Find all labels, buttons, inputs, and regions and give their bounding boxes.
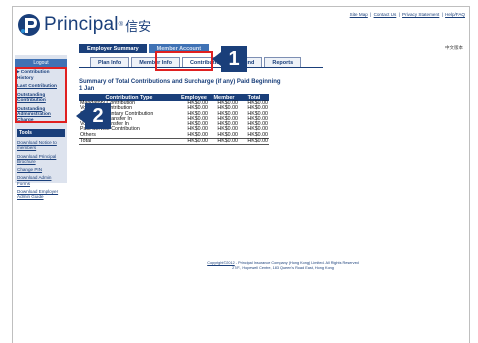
contact-us-link[interactable]: Contact Us — [374, 12, 397, 17]
download-admin-guide-link[interactable]: Download Employer Admin Guide — [17, 189, 65, 200]
total-type: Total — [79, 138, 179, 146]
footer: Copyright©2012 - Principal Insurance Com… — [163, 261, 403, 271]
total-employee: HK$0.00 — [179, 138, 209, 146]
total-member: HK$0.00 — [209, 138, 239, 146]
total-total: HK$0.00 — [239, 138, 269, 146]
callout-1: 1 — [212, 46, 247, 72]
highlight-sidebar-links — [15, 67, 67, 123]
privacy-statement-link[interactable]: Privacy Statement — [402, 12, 439, 17]
tools-list: Download Notice to members Download Prin… — [17, 140, 65, 203]
summary-title-date: 1 Jan — [79, 86, 95, 92]
menu-employer-summary[interactable]: Employer Summary — [79, 44, 147, 53]
help-faq-link[interactable]: Help/FAQ — [445, 12, 465, 17]
tab-reports[interactable]: Reports — [264, 57, 302, 67]
principal-logo-icon — [17, 13, 41, 37]
summary-title-text: Summary of Total Contributions and Surch… — [79, 79, 281, 85]
download-admin-forms-link[interactable]: Download Admin Forms — [17, 175, 65, 186]
highlight-contribution-tab — [155, 51, 213, 71]
download-brochure-link[interactable]: Download Principal Brochure — [17, 154, 65, 165]
footer-address: 27/F., Hopewell Centre, 183 Queen's Road… — [232, 266, 334, 270]
brand-name: Principal — [44, 14, 119, 35]
change-pin-link[interactable]: Change PIN — [17, 167, 65, 172]
tools-heading: Tools — [17, 129, 65, 137]
site-map-link[interactable]: Site Map — [350, 12, 368, 17]
copyright-link[interactable]: Copyright©2012 — [207, 261, 235, 265]
summary-title: Summary of Total Contributions and Surch… — [79, 79, 289, 93]
logout-button[interactable]: Logout — [15, 59, 67, 67]
footer-line1: - Principal Insurance Company (Hong Kong… — [234, 261, 359, 265]
principal-logo[interactable]: Principal ® 信安 — [17, 12, 151, 38]
utility-links: Site Map | Contact Us | Privacy Statemen… — [349, 12, 465, 17]
download-notice-link[interactable]: Download Notice to members — [17, 140, 65, 151]
callout-2: 2 — [76, 103, 111, 129]
table-total-row: Total HK$0.00 HK$0.00 HK$0.00 — [79, 138, 269, 146]
language-switch[interactable]: 中文版本 — [445, 45, 463, 51]
page-frame: Principal ® 信安 Site Map | Contact Us | P… — [12, 6, 470, 343]
tab-plan-info[interactable]: Plan Info — [90, 57, 130, 67]
registered-mark: ® — [118, 22, 124, 28]
brand-cjk-name: 信安 — [125, 19, 152, 35]
